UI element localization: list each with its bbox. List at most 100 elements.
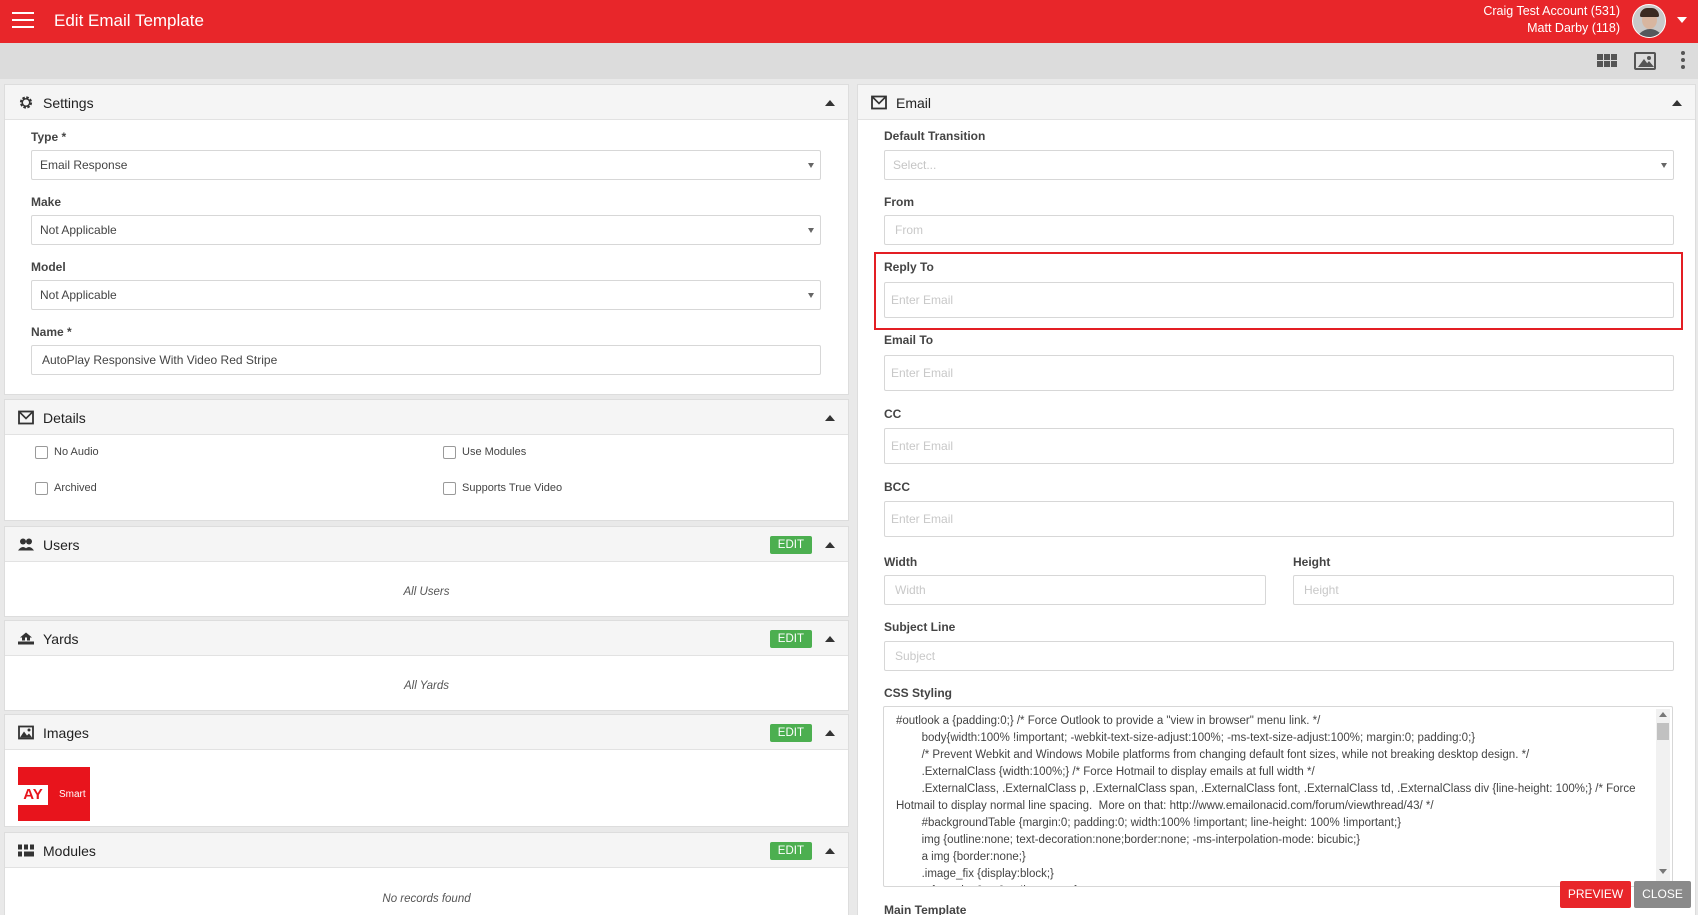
width-label: Width (884, 555, 918, 569)
name-input[interactable] (31, 345, 821, 375)
details-header[interactable]: Details (5, 400, 848, 435)
image-gallery-icon[interactable] (1634, 52, 1656, 70)
more-options-icon[interactable] (1681, 51, 1685, 71)
from-label: From (884, 195, 914, 209)
collapse-chevron-icon[interactable] (825, 730, 835, 736)
email-to-input[interactable] (884, 355, 1674, 391)
users-panel: Users EDIT All Users (4, 526, 849, 617)
cc-label: CC (884, 407, 902, 421)
css-styling-textarea[interactable]: #outlook a {padding:0;} /* Force Outlook… (883, 706, 1673, 887)
model-select[interactable]: Not Applicable (31, 280, 821, 310)
email-title: Email (896, 95, 932, 111)
page-title: Edit Email Template (54, 11, 204, 30)
collapse-chevron-icon[interactable] (825, 100, 835, 106)
collapse-chevron-icon[interactable] (825, 415, 835, 421)
type-select-value: Email Response (40, 158, 128, 172)
settings-panel: Settings Type * Email Response Make Not … (4, 84, 849, 395)
no-audio-label: No Audio (54, 446, 99, 458)
top-bar: Edit Email Template Craig Test Account (… (0, 0, 1698, 43)
modules-icon (18, 844, 34, 857)
scroll-up-arrow-icon[interactable] (1659, 712, 1667, 717)
collapse-chevron-icon[interactable] (825, 848, 835, 854)
yards-header[interactable]: Yards EDIT (5, 621, 848, 656)
users-edit-button[interactable]: EDIT (769, 536, 812, 554)
modules-empty-text: No records found (382, 893, 471, 905)
width-input[interactable] (884, 575, 1266, 605)
make-select-value: Not Applicable (40, 223, 117, 237)
supports-true-video-checkbox[interactable] (443, 482, 456, 495)
image-icon (18, 725, 34, 740)
avatar[interactable] (1632, 4, 1666, 38)
images-panel: Images EDIT AY Smart (4, 714, 849, 827)
yards-panel: Yards EDIT All Yards (4, 620, 849, 711)
supports-true-video-label: Supports True Video (462, 482, 563, 494)
subject-label: Subject Line (884, 620, 956, 634)
type-label: Type * (31, 130, 67, 144)
model-select-value: Not Applicable (40, 288, 117, 302)
default-transition-placeholder: Select... (893, 158, 937, 172)
collapse-chevron-icon[interactable] (825, 636, 835, 642)
account-name: Craig Test Account (531) (1483, 4, 1620, 18)
settings-title: Settings (43, 95, 94, 111)
css-styling-label: CSS Styling (884, 686, 953, 700)
css-styling-text: #outlook a {padding:0;} /* Force Outlook… (896, 715, 1636, 886)
scroll-down-arrow-icon[interactable] (1659, 869, 1667, 874)
users-header[interactable]: Users EDIT (5, 527, 848, 562)
modules-panel: Modules EDIT No records found (4, 832, 849, 915)
yards-empty-text: All Yards (404, 680, 449, 692)
make-select[interactable]: Not Applicable (31, 215, 821, 245)
modules-header[interactable]: Modules EDIT (5, 833, 848, 868)
type-select[interactable]: Email Response (31, 150, 821, 180)
email-header[interactable]: Email (858, 85, 1695, 120)
main-template-label: Main Template (884, 903, 967, 915)
height-input[interactable] (1293, 575, 1674, 605)
scrollbar[interactable] (1656, 709, 1670, 884)
envelope-icon (18, 410, 34, 425)
yards-icon (18, 632, 34, 645)
gear-icon (19, 96, 33, 109)
details-panel: Details No Audio Use Modules Archived Su… (4, 399, 849, 521)
collapse-chevron-icon[interactable] (1672, 100, 1682, 106)
hamburger-menu-icon[interactable] (12, 12, 34, 30)
settings-header[interactable]: Settings (5, 85, 848, 120)
thumbnail-text: Smart (59, 789, 86, 800)
default-transition-select[interactable]: Select... (884, 150, 1674, 180)
model-label: Model (31, 260, 66, 274)
yards-edit-button[interactable]: EDIT (769, 630, 812, 648)
yards-title: Yards (43, 631, 79, 647)
name-label: Name * (31, 325, 72, 339)
cc-input[interactable] (884, 428, 1674, 464)
scrollbar-thumb[interactable] (1657, 723, 1669, 740)
modules-edit-button[interactable]: EDIT (769, 842, 812, 860)
modules-title: Modules (43, 843, 96, 859)
images-header[interactable]: Images EDIT (5, 715, 848, 750)
account-info[interactable]: Craig Test Account (531) Matt Darby (118… (1483, 3, 1620, 37)
envelope-icon (871, 95, 887, 110)
use-modules-label: Use Modules (462, 446, 527, 458)
from-input[interactable] (884, 215, 1674, 245)
make-label: Make (31, 195, 62, 209)
collapse-chevron-icon[interactable] (825, 542, 835, 548)
image-thumbnail[interactable]: AY Smart (18, 767, 90, 821)
thumbnail-brand: AY (18, 785, 48, 805)
subject-input[interactable] (884, 641, 1674, 671)
chevron-down-icon[interactable] (1677, 17, 1687, 23)
height-label: Height (1293, 555, 1331, 569)
use-modules-checkbox[interactable] (443, 446, 456, 459)
bcc-label: BCC (884, 480, 910, 494)
dashboard-grid-icon[interactable] (1597, 52, 1619, 68)
preview-button[interactable]: PREVIEW (1560, 881, 1631, 908)
images-edit-button[interactable]: EDIT (769, 724, 812, 742)
close-button[interactable]: CLOSE (1634, 881, 1691, 908)
archived-label: Archived (54, 482, 97, 494)
bcc-input[interactable] (884, 501, 1674, 537)
sub-toolbar (0, 43, 1698, 79)
users-title: Users (43, 537, 80, 553)
no-audio-checkbox[interactable] (35, 446, 48, 459)
users-icon (18, 538, 34, 551)
users-empty-text: All Users (403, 586, 450, 598)
default-transition-label: Default Transition (884, 129, 986, 143)
user-name: Matt Darby (118) (1527, 21, 1620, 35)
details-title: Details (43, 410, 86, 426)
archived-checkbox[interactable] (35, 482, 48, 495)
